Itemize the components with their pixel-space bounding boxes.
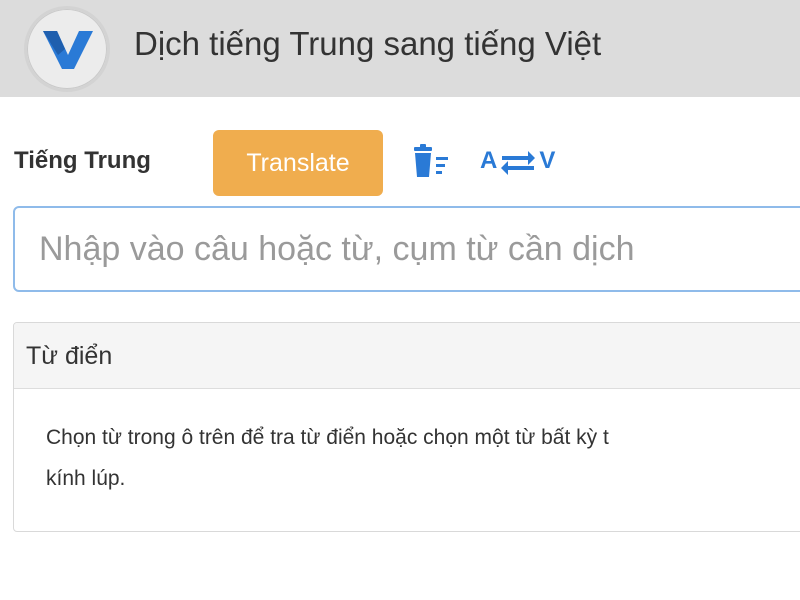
app-header: Dịch tiếng Trung sang tiếng Việt [0, 0, 800, 97]
language-swap-control[interactable]: A V [480, 143, 555, 179]
swap-from-label: A [480, 147, 498, 174]
translation-input[interactable] [13, 206, 800, 292]
dictionary-help-line-2: kính lúp. [46, 467, 126, 490]
source-language-label: Tiếng Trung [14, 147, 151, 174]
v-logo-icon [43, 31, 93, 69]
app-logo[interactable] [24, 6, 110, 92]
dictionary-heading: Từ điển [14, 323, 800, 389]
swap-to-label: V [539, 147, 556, 174]
dictionary-help-text: Chọn từ trong ô trên để tra từ điển hoặc… [14, 389, 800, 499]
dictionary-help-line-1: Chọn từ trong ô trên để tra từ điển hoặc… [46, 426, 609, 449]
translate-button[interactable]: Translate [213, 130, 383, 196]
page-title: Dịch tiếng Trung sang tiếng Việt [134, 25, 602, 62]
trash-list-icon[interactable] [410, 143, 454, 183]
dictionary-panel: Từ điển Chọn từ trong ô trên để tra từ đ… [13, 322, 800, 532]
swap-arrows-icon [501, 151, 536, 175]
